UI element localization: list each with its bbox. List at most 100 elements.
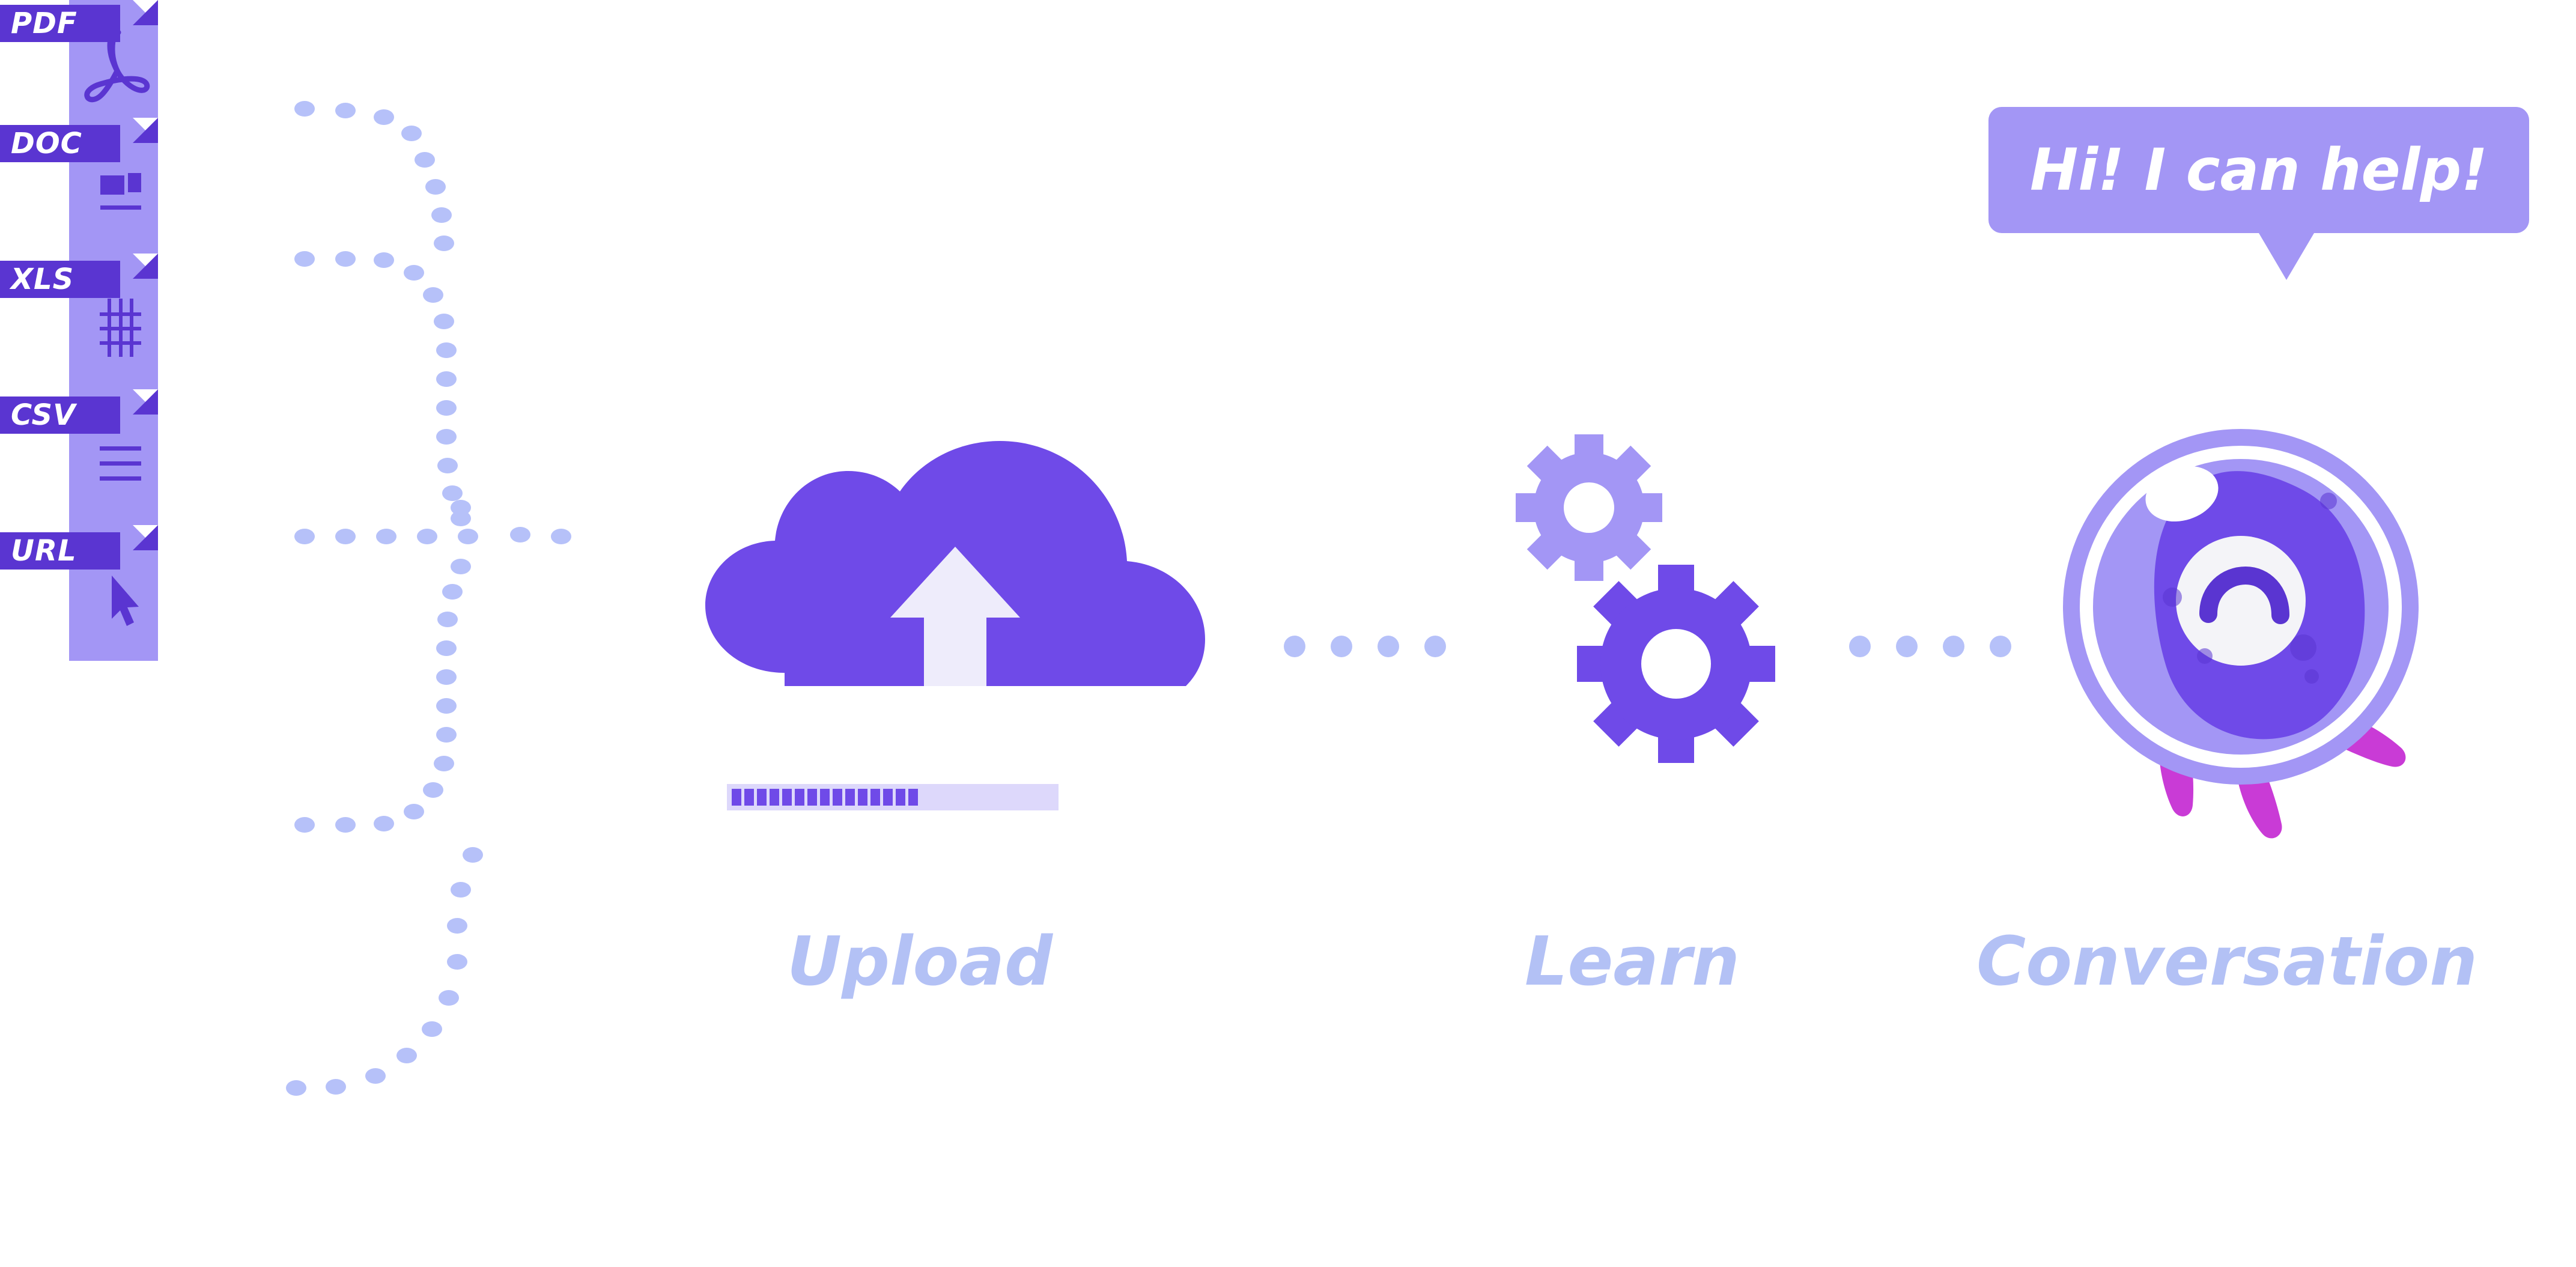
brace-dot xyxy=(374,252,394,268)
progress-segment xyxy=(858,789,867,806)
cloud-upload-icon xyxy=(705,441,1205,686)
brace-dot xyxy=(442,584,463,600)
flow-dot xyxy=(1424,636,1446,657)
large-gear xyxy=(1577,565,1775,763)
brace-dot xyxy=(423,782,443,798)
progress-segment xyxy=(782,789,792,806)
learn-stage xyxy=(1502,409,1778,781)
file-type-badge: URL xyxy=(0,532,120,570)
brace-dot xyxy=(335,529,356,544)
brace-dot xyxy=(434,756,454,771)
brace-dot xyxy=(286,1080,306,1096)
flow-dot xyxy=(1284,636,1305,657)
brace-dot xyxy=(436,342,457,358)
brace-dot xyxy=(439,990,459,1006)
flow-dot xyxy=(1990,636,2011,657)
brace-dot xyxy=(437,458,458,473)
brace-dot xyxy=(404,265,424,281)
speech-bubble: Hi! I can help! xyxy=(1988,107,2529,233)
brace-dot xyxy=(551,529,571,544)
brace-dot xyxy=(415,152,435,168)
progress-segment xyxy=(732,789,741,806)
progress-segment xyxy=(770,789,779,806)
source-files-column: PDF DOC XLS CSV URL xyxy=(0,0,252,1267)
brace-dot xyxy=(451,500,471,515)
brace-dot xyxy=(436,400,457,416)
xls-file-icon[interactable]: XLS xyxy=(0,254,158,389)
brace-dot xyxy=(434,314,454,329)
brace-dot xyxy=(436,371,457,387)
brace-dot xyxy=(425,179,446,195)
flow-dot xyxy=(1896,636,1918,657)
brace-dot xyxy=(510,527,530,542)
brace-dot xyxy=(374,109,394,125)
brace-dot xyxy=(326,1079,346,1095)
brace-dot xyxy=(436,698,457,714)
upload-progress-fill xyxy=(732,789,918,806)
brace-dot xyxy=(436,669,457,685)
brace-dot xyxy=(401,126,422,141)
progress-segment xyxy=(757,789,767,806)
brace-dot xyxy=(376,529,396,544)
file-type-badge: PDF xyxy=(0,5,120,42)
brace-dot xyxy=(417,529,437,544)
brace-dot xyxy=(451,882,471,898)
brace-dot xyxy=(442,485,463,501)
progress-segment xyxy=(833,789,842,806)
brace-dot xyxy=(294,251,315,267)
brace-dot xyxy=(335,251,356,267)
brace-dot xyxy=(436,429,457,445)
brace-dot xyxy=(447,918,467,934)
doc-file-icon[interactable]: DOC xyxy=(0,118,158,254)
flow-dot xyxy=(1849,636,1871,657)
stage-label-upload: Upload xyxy=(787,923,1053,1001)
progress-segment xyxy=(820,789,830,806)
brace-dot xyxy=(458,529,478,544)
url-file-icon[interactable]: URL xyxy=(0,525,158,661)
progress-segment xyxy=(807,789,817,806)
brace-dot xyxy=(335,817,356,833)
progress-segment xyxy=(896,789,905,806)
brace-dot xyxy=(447,954,467,970)
brace-dot xyxy=(436,640,457,656)
small-gear xyxy=(1516,434,1662,581)
stage-label-conversation: Conversation xyxy=(1976,923,2477,1001)
conversation-stage xyxy=(2055,384,2439,841)
brace-dot xyxy=(423,287,443,303)
flow-dot xyxy=(1378,636,1399,657)
file-type-badge: DOC xyxy=(0,125,120,162)
gears-icon xyxy=(1516,434,1775,763)
progress-segment xyxy=(883,789,893,806)
brace-dot xyxy=(294,101,315,117)
brace-dot xyxy=(335,103,356,118)
brace-dot xyxy=(365,1068,386,1084)
speech-bubble-tail xyxy=(2259,233,2314,280)
file-type-badge: XLS xyxy=(0,261,120,298)
speech-bubble-text: Hi! I can help! xyxy=(2030,136,2488,204)
brace-dot xyxy=(294,529,315,544)
brace-dot xyxy=(431,207,452,223)
file-type-badge: CSV xyxy=(0,397,120,434)
brace-dot xyxy=(437,612,458,627)
stage-label-learn: Learn xyxy=(1525,923,1740,1001)
flow-dot xyxy=(1943,636,1964,657)
progress-segment xyxy=(845,789,855,806)
progress-segment xyxy=(795,789,804,806)
illustration-canvas: PDF DOC XLS CSV URL Upload Learn Hi! I c… xyxy=(0,0,2576,1267)
brace-dot xyxy=(422,1021,442,1037)
brace-dot xyxy=(374,816,394,831)
progress-segment xyxy=(908,789,918,806)
pdf-file-icon[interactable]: PDF xyxy=(0,0,158,118)
progress-segment xyxy=(744,789,754,806)
brace-dot xyxy=(404,804,424,819)
brace-dot xyxy=(451,559,471,574)
upload-progress-bar xyxy=(727,784,1059,810)
brace-dot xyxy=(436,727,457,743)
upload-stage xyxy=(691,427,1220,810)
brace-dot xyxy=(294,817,315,833)
progress-segment xyxy=(870,789,880,806)
chatbot-avatar-icon[interactable] xyxy=(2055,384,2439,841)
flow-dot xyxy=(1331,636,1352,657)
brace-dot xyxy=(434,235,454,251)
csv-file-icon[interactable]: CSV xyxy=(0,389,158,525)
